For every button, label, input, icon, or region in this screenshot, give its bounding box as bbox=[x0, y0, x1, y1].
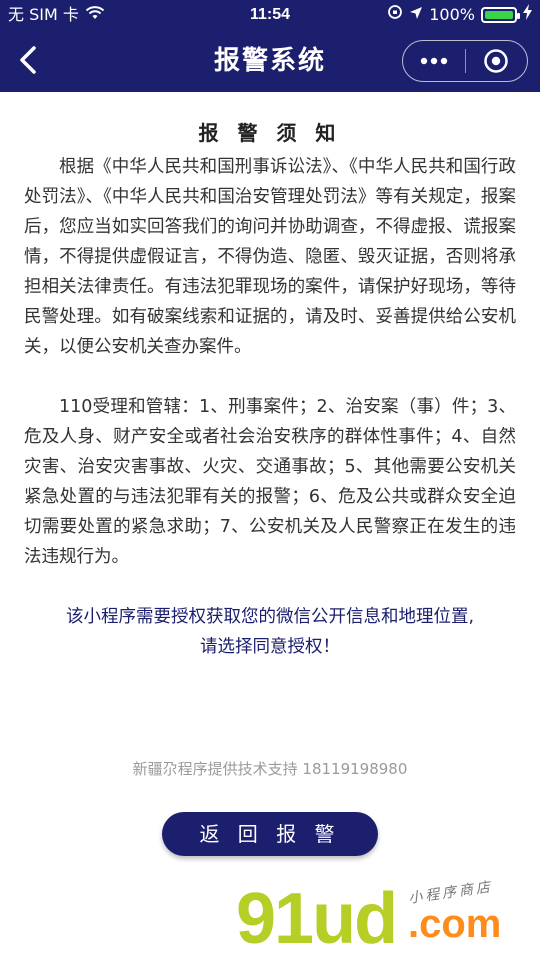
authorization-notice: 该小程序需要授权获取您的微信公开信息和地理位置, 请选择同意授权！ bbox=[24, 602, 516, 662]
authorization-line-2: 请选择同意授权！ bbox=[200, 637, 340, 657]
return-to-report-button[interactable]: 返 回 报 警 bbox=[162, 812, 378, 856]
notice-paragraph-2: 110受理和管辖：1、刑事案件；2、治安案（事）件；3、危及人身、财产安全或者社… bbox=[24, 397, 516, 567]
location-arrow-icon bbox=[409, 0, 423, 30]
watermark: 91ud .com 小程序商店 bbox=[236, 879, 536, 959]
authorization-line-1: 该小程序需要授权获取您的微信公开信息和地理位置, bbox=[65, 607, 475, 627]
mini-program-capsule bbox=[402, 40, 528, 82]
header: 无 SIM 卡 11:54 100% 报警系统 bbox=[0, 0, 540, 92]
watermark-domain: .com bbox=[408, 902, 502, 946]
notice-paragraph-1: 根据《中华人民共和国刑事诉讼法》、《中华人民共和国行政处罚法》、《中华人民共和国… bbox=[24, 157, 516, 357]
close-mini-program-button[interactable] bbox=[466, 41, 528, 81]
more-button[interactable] bbox=[403, 41, 465, 81]
battery-level bbox=[485, 11, 513, 19]
main-content: 报 警 须 知 根据《中华人民共和国刑事诉讼法》、《中华人民共和国行政处罚法》、… bbox=[24, 92, 516, 662]
battery-percent: 100% bbox=[429, 5, 475, 24]
target-circle-icon bbox=[484, 49, 508, 73]
status-bar: 无 SIM 卡 11:54 100% bbox=[0, 0, 540, 30]
notice-title: 报 警 须 知 bbox=[198, 121, 342, 145]
nav-bar: 报警系统 bbox=[0, 30, 540, 92]
tech-support-text: 新疆尕程序提供技术支持 18119198980 bbox=[132, 760, 408, 778]
more-dots-icon bbox=[420, 57, 447, 65]
status-right: 100% bbox=[387, 0, 532, 30]
charging-bolt-icon bbox=[523, 0, 532, 30]
screen-rotation-lock-icon bbox=[387, 0, 403, 30]
battery-icon bbox=[481, 7, 520, 23]
watermark-logo: 91ud bbox=[236, 879, 398, 959]
